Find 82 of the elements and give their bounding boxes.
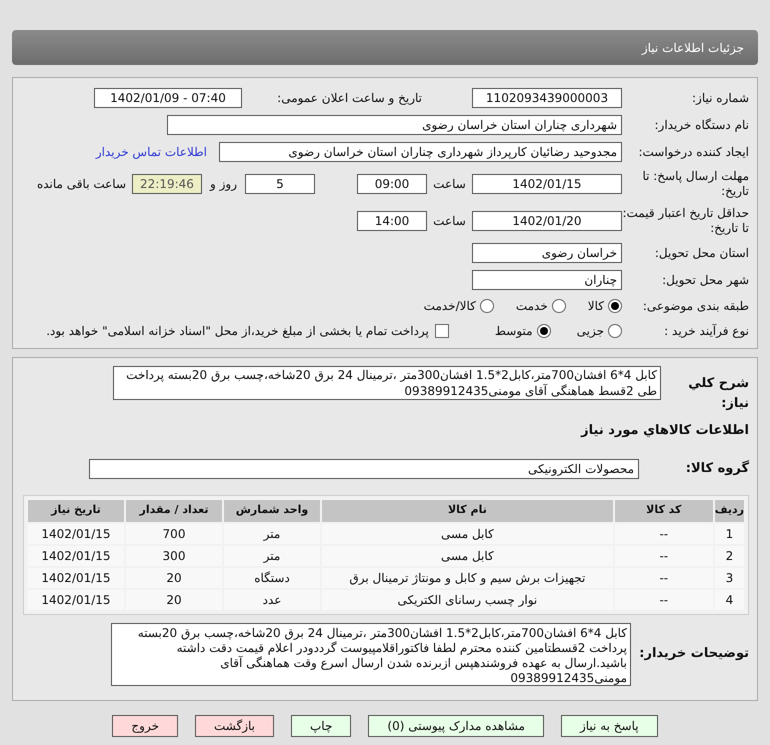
radio-label: کالا/خدمت (424, 298, 476, 315)
field-value: 09:00 (357, 174, 427, 194)
field-value: 1402/01/09 - 07:40 (94, 88, 242, 108)
section-label: شرح کلي نياز: (687, 375, 749, 412)
field-label: شهر محل تحویل: (661, 272, 749, 288)
page-title: جزئیات اطلاعات نیاز (642, 40, 744, 56)
field-label: استان محل تحویل: (654, 246, 749, 260)
field-value: چناران (472, 270, 622, 290)
column-header: تاریخ نیاز (28, 500, 124, 522)
action-button[interactable]: بازگشت (195, 714, 274, 736)
table-cell: 3 (714, 568, 744, 588)
field-label: ایجاد کننده درخواست: (637, 144, 749, 160)
action-button[interactable]: خروج (112, 714, 178, 736)
table-cell: متر (224, 546, 320, 566)
field-value: مجدوحید رضائیان کارپرداز شهرداری چناران استان خراسان رضوی (219, 142, 622, 162)
field-value: 14:00 (357, 211, 427, 231)
field-label: طبقه بندی موضوعی: (642, 298, 749, 314)
time-label: ساعت (432, 176, 467, 193)
column-header: واحد شمارش (224, 500, 320, 522)
table-cell: متر (224, 524, 320, 544)
radio-label: کالا (588, 298, 604, 315)
radio-button[interactable] (552, 299, 566, 313)
table-cell: دستگاه (224, 568, 320, 588)
radio-button[interactable] (608, 324, 622, 338)
table-cell: نوار چسب رسانای الکتریکی (322, 590, 613, 610)
radio-button[interactable] (608, 299, 622, 313)
notes-text: کابل 4*6 افشان700متر،کابل2*1.5 افشان300متر ،ترمینال 24 برق 20شاخه،چسب برق 20بسته پرداخت 2قسطتامین کننده محترم لطفا فاکتوراقلامپیوست گرددودر اعلام قیمت دقت داشته باشید.ارسال به عهده فروشندهپس ازبرنده شدن ارسال اسرع وقت هماهنگی آقای مومنی09389912435 (111, 622, 631, 686)
field-label: مهلت ارسال پاسخ: تا تاریخ: (641, 169, 749, 199)
table-cell: 1402/01/15 (28, 568, 124, 588)
column-header: تعداد / مقدار (126, 500, 222, 522)
section-label: گروه کالا: (684, 459, 749, 478)
radio-button[interactable] (480, 299, 494, 313)
table-cell: 1402/01/15 (28, 524, 124, 544)
table-cell: 700 (126, 524, 222, 544)
field-value: 1102093439000003 (472, 88, 622, 108)
action-button[interactable]: مشاهده مدارک پیوستی (0) (368, 714, 544, 736)
table-cell: -- (614, 546, 713, 566)
table-cell: 4 (714, 590, 744, 610)
description-text: کابل 4*6 افشان700متر،کابل2*1.5 افشان300متر ،ترمینال 24 برق 20شاخه،چسب برق 20بسته پرداخت طی 2قسط هماهنگی آقای مومنی09389912435 (113, 366, 661, 400)
time-label: ساعت (432, 213, 467, 230)
table-cell: عدد (224, 590, 320, 610)
section-label: توضیحات خریدار: (638, 645, 749, 664)
contact-link[interactable]: اطلاعات تماس خریدار (96, 143, 207, 161)
action-button[interactable]: پاسخ به نیاز (560, 714, 658, 736)
field-value: 5 (245, 174, 315, 194)
table-cell: 1 (714, 524, 744, 544)
radio-label: خدمت (516, 298, 548, 315)
field-value: شهرداری چناران استان خراسان رضوی (167, 115, 622, 135)
column-header: کد کالا (614, 500, 713, 522)
section-title: اطلاعات کالاهاي مورد نياز (580, 422, 749, 440)
checkbox-label: پرداخت تمام یا بخشی از مبلغ خرید،از محل "اسناد خزانه اسلامی" خواهد بود. (46, 323, 429, 340)
field-value: 1402/01/15 (472, 174, 622, 194)
table-cell: -- (614, 524, 713, 544)
days-label: روز و (210, 176, 237, 193)
table-cell: کابل مسی (322, 546, 613, 566)
table-cell: -- (614, 590, 713, 610)
table-cell: 300 (126, 546, 222, 566)
field-value: محصولات الکترونیکی (89, 458, 639, 478)
table-cell: 1402/01/15 (28, 590, 124, 610)
radio-button[interactable] (536, 324, 551, 338)
field-label: تاریخ و ساعت اعلان عمومی: (276, 90, 422, 106)
checkbox[interactable] (434, 324, 449, 338)
action-button[interactable]: چاپ (291, 714, 352, 736)
field-value: 22:19:46 (132, 174, 202, 194)
radio-label: متوسط (494, 323, 533, 340)
column-header: نام کالا (322, 500, 613, 522)
field-label: نوع فرآیند خرید : (663, 324, 749, 338)
field-label: حداقل تاریخ اعتبار قیمت: تا تاریخ: (622, 206, 749, 236)
table-cell: 2 (714, 546, 744, 566)
remaining-label: ساعت باقی مانده (36, 176, 126, 193)
field-value: خراسان رضوی (472, 243, 622, 263)
field-label: نام دستگاه خریدار: (654, 118, 749, 132)
table-cell: کابل مسی (322, 524, 613, 544)
table-cell: 1402/01/15 (28, 546, 124, 566)
table-cell: 20 (126, 590, 222, 610)
column-header: ردیف (714, 500, 744, 522)
field-label: شماره نیاز: (691, 90, 749, 106)
table-cell: تجهیزات برش سیم و کابل و مونتاژ ترمینال برق (322, 568, 613, 588)
field-value: 1402/01/20 (472, 211, 622, 231)
radio-label: جزیی (576, 323, 604, 340)
table-cell: -- (614, 568, 713, 588)
table-cell: 20 (126, 568, 222, 588)
